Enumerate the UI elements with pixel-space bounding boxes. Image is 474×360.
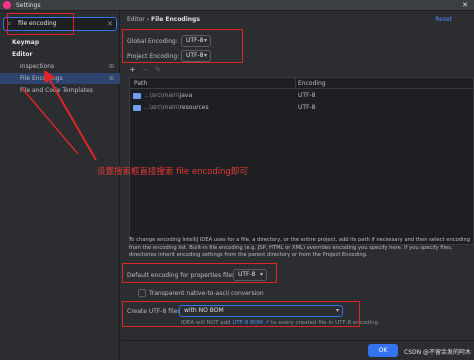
annotation-box-properties — [122, 263, 277, 283]
annotation-box-search — [7, 13, 74, 35]
add-icon[interactable]: + — [129, 65, 136, 74]
sidebar-item-file-encodings[interactable]: File Encodings ⊞ — [0, 73, 120, 84]
row-path: ...\src\main\resources — [144, 104, 209, 111]
table-header: Path Encoding — [130, 78, 473, 89]
sidebar-item-keymap[interactable]: Keymap — [0, 37, 120, 48]
breadcrumb-parent[interactable]: Editor — [127, 16, 145, 23]
sidebar-item-inspections[interactable]: Inspections ⊞ — [0, 61, 120, 72]
project-config-icon: ⊞ — [108, 75, 114, 82]
breadcrumb-current: File Encodings — [151, 16, 200, 23]
dialog-footer: OK CSDN @不留余发的阿木 — [121, 340, 474, 360]
annotation-text: 设置搜索框直接搜索 file encoding即可 — [97, 167, 248, 177]
clear-search-icon[interactable]: ✕ — [107, 18, 113, 30]
transparent-ascii-label[interactable]: Transparent native-to-ascii conversion — [149, 290, 264, 297]
row-encoding[interactable]: UTF-8 — [298, 102, 316, 113]
watermark: CSDN @不留余发的阿木 — [403, 349, 471, 356]
sidebar-item-label: File Encodings — [20, 75, 63, 82]
ok-button[interactable]: OK — [368, 344, 398, 357]
sidebar-item-editor[interactable]: Editor — [0, 49, 120, 60]
project-config-icon: ⊞ — [108, 63, 114, 70]
table-row[interactable]: ...\src\main\resources UTF-8 — [130, 102, 473, 113]
encoding-mappings-table: Path Encoding ...\src\main\java UTF-8 ..… — [129, 77, 474, 245]
sidebar-item-label: Editor — [12, 51, 33, 58]
encoding-help-text: To change encoding IntelliJ IDEA uses fo… — [129, 237, 471, 258]
annotation-box-bom — [122, 301, 360, 327]
transparent-ascii-checkbox[interactable] — [138, 289, 146, 297]
breadcrumb-separator: › — [146, 16, 150, 23]
annotation-box-encodings — [122, 29, 243, 63]
window-titlebar: Settings ✕ — [0, 0, 474, 11]
edit-icon[interactable]: ✎ — [154, 65, 161, 74]
folder-icon — [133, 93, 141, 99]
sidebar-item-file-templates[interactable]: File and Code Templates — [0, 85, 120, 96]
column-header-encoding[interactable]: Encoding — [298, 78, 326, 89]
sidebar-item-label: Keymap — [12, 39, 40, 46]
sidebar-item-label: File and Code Templates — [20, 87, 93, 94]
breadcrumb: Editor › File Encodings — [127, 16, 200, 23]
settings-sidebar: ⌕ file encoding ✕ Keymap Editor Inspecti… — [0, 11, 120, 360]
remove-icon[interactable]: − — [142, 65, 149, 74]
sidebar-item-label: Inspections — [20, 63, 55, 70]
column-divider[interactable] — [295, 78, 296, 89]
close-icon[interactable]: ✕ — [462, 0, 468, 11]
mappings-toolbar: + − ✎ — [129, 65, 167, 74]
app-logo-icon — [3, 1, 11, 9]
reset-link[interactable]: Reset — [435, 16, 452, 23]
window-title: Settings — [16, 2, 41, 9]
table-row[interactable]: ...\src\main\java UTF-8 — [130, 90, 473, 101]
column-header-path[interactable]: Path — [134, 78, 147, 89]
row-path: ...\src\main\java — [144, 92, 193, 99]
row-encoding[interactable]: UTF-8 — [298, 90, 316, 101]
folder-icon — [133, 105, 141, 111]
